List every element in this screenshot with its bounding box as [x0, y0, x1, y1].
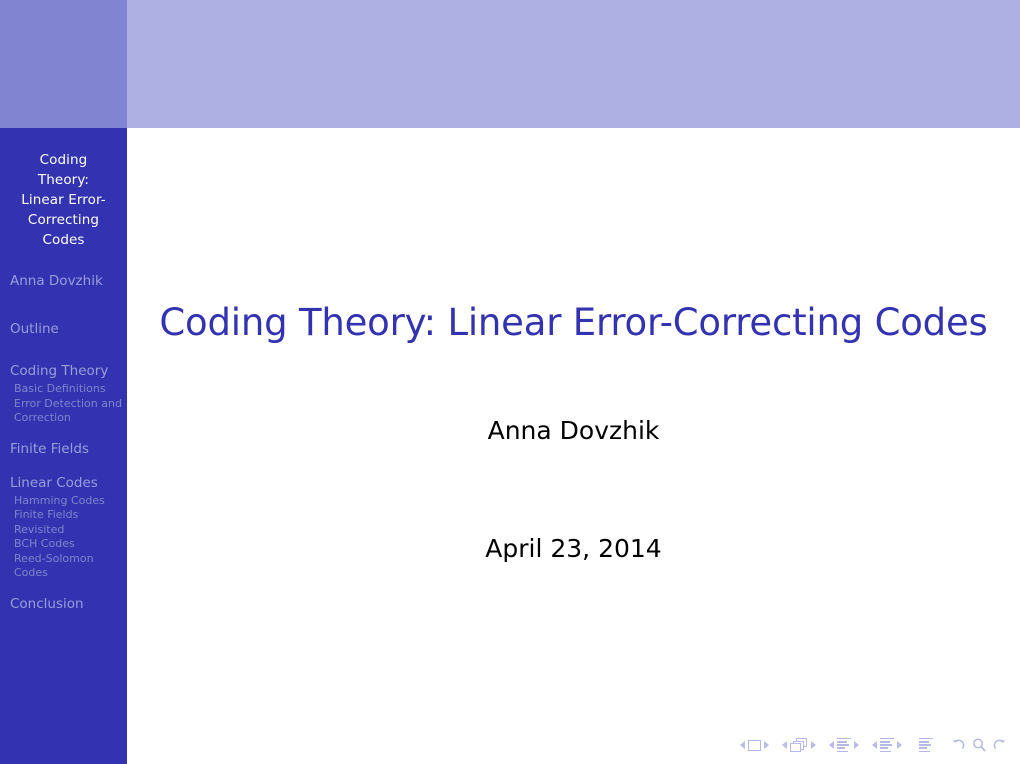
header-banner [0, 0, 1020, 128]
sidebar-navigation: Outline Coding Theory Basic Definitions … [0, 320, 127, 613]
sidebar-item-reed-solomon-codes[interactable]: Reed-Solomon Codes [0, 552, 127, 581]
back-arrow-icon[interactable] [950, 737, 966, 753]
sidebar-author: Anna Dovzhik [10, 273, 103, 289]
slide-navigation-group [740, 739, 769, 751]
history-controls-group [950, 737, 1008, 753]
document-lines-icon[interactable] [919, 737, 933, 753]
sidebar-title-line-1: Coding [39, 152, 88, 168]
sidebar: Coding Theory: Linear Error- Correcting … [0, 128, 127, 764]
subsection-navigation-group [829, 737, 859, 753]
beamer-navigation-bar[interactable] [740, 734, 1008, 756]
sidebar-title-line-4: Correcting [27, 212, 100, 228]
sidebar-item-error-detection-and-correction[interactable]: Error Detection and Correction [0, 397, 127, 426]
sidebar-item-conclusion[interactable]: Conclusion [0, 595, 127, 613]
frame-navigation-group [782, 738, 816, 752]
search-icon[interactable] [971, 737, 987, 753]
sidebar-title-line-5: Codes [42, 232, 85, 248]
next-section-icon[interactable] [897, 741, 902, 749]
stacked-frames-icon[interactable] [790, 738, 808, 752]
previous-subsection-icon[interactable] [829, 741, 834, 749]
sidebar-item-linear-codes[interactable]: Linear Codes [0, 474, 127, 492]
forward-arrow-icon[interactable] [992, 737, 1008, 753]
sidebar-item-coding-theory[interactable]: Coding Theory [0, 362, 127, 380]
sidebar-title-line-2: Theory: [37, 172, 90, 188]
previous-slide-icon[interactable] [740, 741, 745, 749]
sidebar-title-line-3: Linear Error- [21, 192, 106, 208]
header-banner-right-block [127, 0, 1020, 128]
section-lines-icon[interactable] [880, 737, 894, 753]
single-frame-icon[interactable] [748, 739, 761, 751]
next-subsection-icon[interactable] [854, 741, 859, 749]
presentation-date: April 23, 2014 [485, 534, 662, 563]
presentation-slide: Coding Theory: Linear Error- Correcting … [0, 0, 1020, 764]
header-banner-left-block [0, 0, 127, 128]
previous-section-icon[interactable] [872, 741, 877, 749]
sidebar-item-basic-definitions[interactable]: Basic Definitions [0, 382, 127, 397]
slide-content: Coding Theory: Linear Error-Correcting C… [127, 128, 1020, 764]
section-navigation-group [872, 737, 902, 753]
author-name: Anna Dovzhik [487, 416, 660, 445]
previous-frame-icon[interactable] [782, 741, 787, 749]
next-frame-icon[interactable] [811, 741, 816, 749]
sidebar-item-outline[interactable]: Outline [0, 320, 127, 338]
sidebar-item-finite-fields-revisited[interactable]: Finite Fields Revisited [0, 508, 127, 537]
next-slide-icon[interactable] [764, 741, 769, 749]
sidebar-item-finite-fields[interactable]: Finite Fields [0, 440, 127, 458]
sidebar-short-title: Coding Theory: Linear Error- Correcting … [0, 150, 127, 250]
sidebar-item-bch-codes[interactable]: BCH Codes [0, 537, 127, 552]
page-title: Coding Theory: Linear Error-Correcting C… [159, 301, 988, 344]
subsection-lines-icon[interactable] [837, 737, 851, 753]
document-navigation-group [919, 737, 933, 753]
sidebar-item-hamming-codes[interactable]: Hamming Codes [0, 494, 127, 509]
